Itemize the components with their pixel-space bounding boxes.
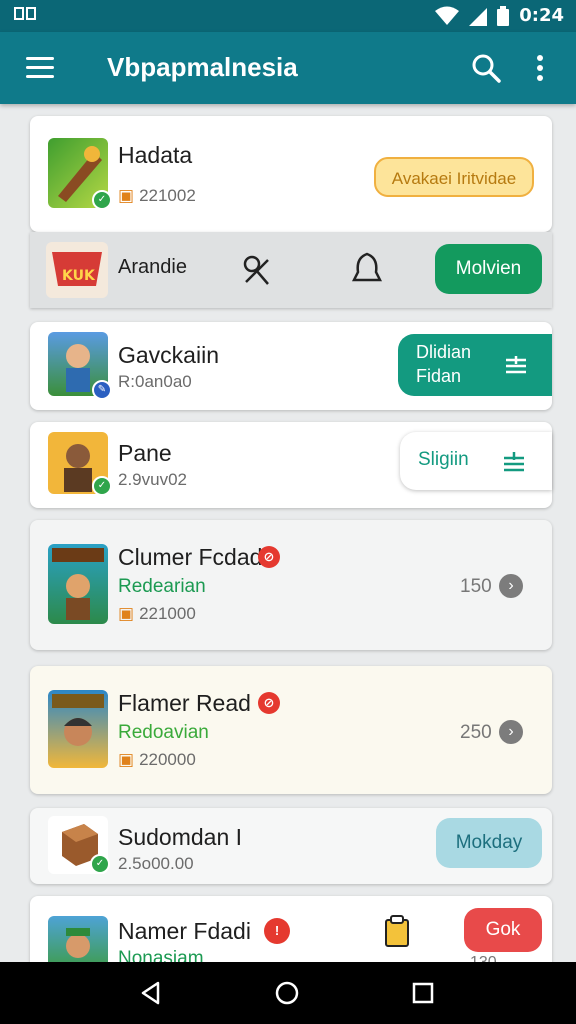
app-bar: Vbpapmalnesia [0,32,576,104]
app-thumbnail [48,544,108,624]
item-name: Hadata [118,142,193,168]
no-entry-icon: ⊘ [258,692,280,714]
system-nav-bar [0,962,576,1024]
item-action-button[interactable]: Molvien [435,244,542,294]
notification-icons [14,7,36,20]
app-thumbnail: KUK [46,242,108,298]
item-subtitle: 2.5o00.00 [118,854,194,873]
item-action-button[interactable]: Avakaei Iritvidae [374,157,534,197]
warning-icon: ! [264,918,290,944]
list-item[interactable]: KUK Arandie Molvien [30,232,552,308]
svg-text:KUK: KUK [62,268,96,284]
more-vert-icon[interactable] [528,52,552,84]
action-label: Sligiin [418,449,469,470]
sort-icon [504,452,524,472]
gift-icon: ▣ [118,604,135,623]
clock: 0:24 [519,5,564,26]
item-subtitle: ▣ 221000 [118,604,196,623]
back-icon[interactable] [138,980,164,1006]
item-name: Clumer Fcdad [118,544,263,570]
verified-badge-icon: ✓ [90,854,110,874]
no-entry-icon: ⊘ [258,546,280,568]
chevron-right-icon[interactable]: › [499,720,523,744]
list-item[interactable]: ✓ Pane 2.9vuv02 Sligiin [30,422,552,508]
verified-badge-icon: ✓ [92,476,112,496]
item-action-button[interactable]: Dlidian Fidan [398,334,552,396]
sort-icon [506,356,526,374]
item-count: 250 [460,722,492,743]
list-item[interactable]: ✓ Hadata ▣ 221002 Avakaei Iritvidae [30,116,552,232]
notification-icon [26,7,36,20]
list-item[interactable]: ✓ Sudomdan I 2.5o00.00 Mokday [30,808,552,884]
home-icon[interactable] [274,980,300,1006]
list-item[interactable]: Flamer Read ⊘ Redoavian ▣ 220000 250 › [30,666,552,794]
item-subtitle: ▣ 220000 [118,750,196,769]
search-icon[interactable] [470,52,502,84]
item-name: Sudomdan I [118,824,243,850]
chevron-right-icon[interactable]: › [499,574,523,598]
verified-badge-icon: ✓ [92,190,112,210]
item-action-button[interactable]: Gok [464,908,542,952]
action-line-2: Fidan [416,366,462,386]
battery-icon [497,5,510,26]
gift-icon: ▣ [118,186,135,205]
item-subtitle: R:0an0a0 [118,372,192,391]
wifi-icon [435,6,460,25]
gift-icon: ▣ [118,750,135,769]
clipboard-icon[interactable] [382,914,412,948]
list-item[interactable]: Clumer Fcdad ⊘ Redearian ▣ 221000 150 › [30,520,552,650]
edit-badge-icon: ✎ [92,380,112,400]
recents-icon[interactable] [410,980,436,1006]
item-category: Redearian [118,576,206,597]
list-item[interactable]: ✎ Gavckaiin R:0an0a0 Dlidian Fidan [30,322,552,410]
item-name: Namer Fdadi [118,918,251,944]
action-line-1: Dlidian [416,342,472,362]
item-action-button[interactable]: Mokday [436,818,542,868]
item-name: Gavckaiin [118,342,219,368]
item-subtitle: 2.9vuv02 [118,470,187,489]
notification-icon [14,7,24,20]
status-bar: 0:24 [0,0,576,32]
item-action-button[interactable]: Sligiin [400,432,552,490]
item-name: Flamer Read [118,690,251,716]
signal-icon [469,7,488,26]
item-count: 150 [460,576,492,597]
item-subtitle: ▣ 221002 [118,186,196,205]
item-category: Redoavian [118,722,209,743]
hamburger-icon[interactable] [26,54,56,82]
tools-icon[interactable] [238,252,274,288]
app-title: Vbpapmalnesia [107,52,298,82]
app-thumbnail [48,690,108,768]
item-name: Pane [118,440,172,466]
item-name: Arandie [118,256,187,278]
bell-icon[interactable] [350,250,384,286]
